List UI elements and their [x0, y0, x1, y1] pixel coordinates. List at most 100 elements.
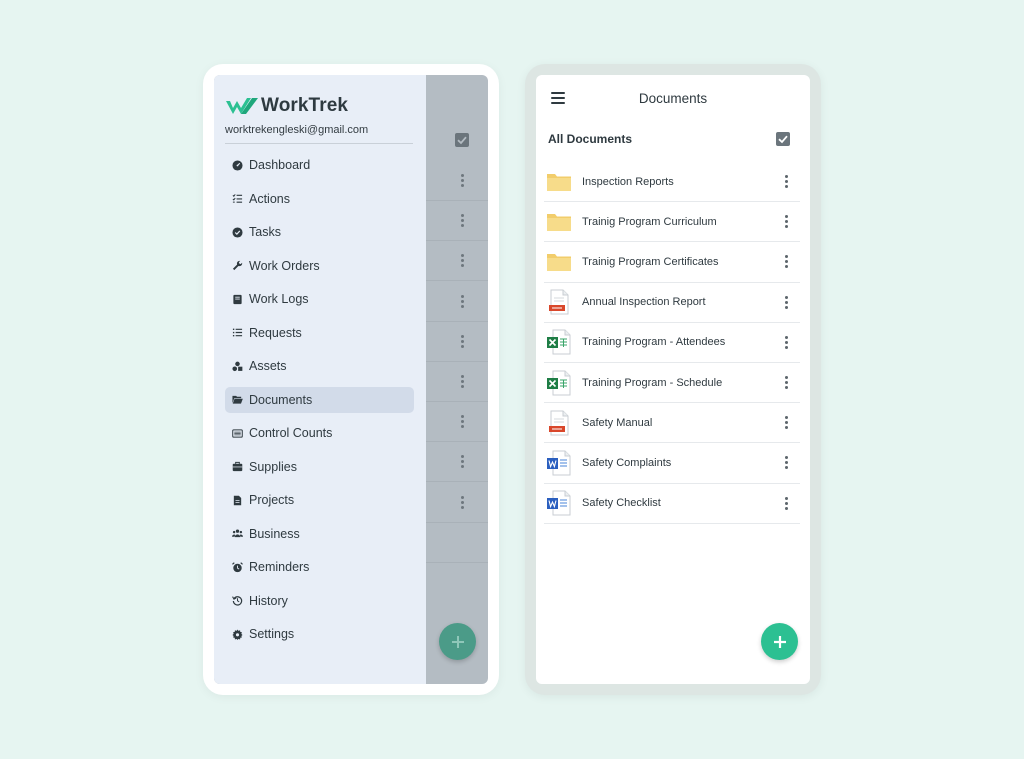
more-options-icon[interactable] — [784, 295, 788, 310]
menu-item-label: Documents — [249, 392, 313, 407]
more-options-icon[interactable] — [784, 255, 788, 269]
more-options-icon[interactable] — [784, 456, 788, 470]
menu-item-requests[interactable]: Requests — [225, 320, 414, 346]
menu-item-label: Tasks — [249, 225, 281, 239]
document-name: Safety Complaints — [582, 456, 672, 469]
drawer-divider — [225, 143, 413, 144]
list-row-dimmed — [426, 201, 488, 242]
menu-item-control-counts[interactable]: Control Counts — [225, 420, 414, 446]
select-all-checkbox[interactable] — [776, 132, 790, 146]
menu-item-tasks[interactable]: Tasks — [225, 219, 414, 245]
document-name: Safety Manual — [582, 416, 653, 429]
menu-item-label: Actions — [249, 191, 290, 206]
more-options-icon-dimmed — [460, 495, 464, 510]
menu-item-label: Reminders — [249, 560, 310, 574]
actions-list-icon — [231, 192, 244, 205]
menu-item-work-orders[interactable]: Work Orders — [225, 253, 414, 279]
pdf-file-icon — [546, 289, 572, 315]
book-icon — [231, 293, 244, 306]
document-row[interactable]: Trainig Program Certificates — [544, 242, 800, 283]
list-row-dimmed — [426, 523, 488, 563]
add-document-button[interactable] — [761, 623, 798, 660]
document-row[interactable]: Safety Complaints — [544, 443, 800, 484]
word-file-icon — [546, 450, 572, 476]
worktrek-logo-icon — [226, 98, 258, 114]
document-name: Annual Inspection Report — [582, 296, 706, 309]
folder-icon — [546, 209, 572, 235]
menu-item-label: Supplies — [249, 459, 297, 474]
menu-item-label: Settings — [249, 627, 295, 641]
menu-item-business[interactable]: Business — [225, 521, 414, 547]
select-all-checkbox-dimmed — [455, 133, 469, 147]
more-options-icon-dimmed — [460, 214, 464, 228]
folder-icon — [546, 249, 572, 275]
plus-icon — [773, 635, 786, 648]
gear-icon — [231, 628, 244, 641]
document-name: Safety Checklist — [582, 497, 661, 510]
phone-frame-documents: Documents All Documents Inspection Repor… — [525, 64, 821, 695]
brand-name: WorkTrek — [261, 95, 349, 116]
briefcase-icon — [231, 460, 244, 473]
more-options-icon-dimmed — [460, 334, 464, 349]
document-name: Inspection Reports — [582, 175, 674, 188]
menu-item-settings[interactable]: Settings — [225, 621, 414, 647]
user-email: worktrekengleski@gmail.com — [225, 124, 369, 136]
menu-item-documents[interactable]: Documents — [225, 386, 414, 413]
document-row[interactable]: Trainig Program Curriculum — [544, 202, 800, 243]
folder-open-icon — [231, 393, 244, 406]
list-row-dimmed — [426, 282, 488, 322]
documents-screen: Documents All Documents Inspection Repor… — [536, 75, 810, 684]
list-icon — [231, 326, 244, 339]
list-row-dimmed — [426, 442, 488, 483]
document-row[interactable]: Safety Manual — [544, 403, 800, 444]
section-title: All Documents — [548, 132, 633, 146]
menu-item-assets[interactable]: Assets — [225, 353, 414, 379]
list-row-dimmed — [426, 241, 488, 282]
menu-item-work-logs[interactable]: Work Logs — [225, 286, 414, 312]
list-row-dimmed — [426, 362, 488, 402]
more-options-icon[interactable] — [784, 215, 788, 229]
menu-item-dashboard[interactable]: Dashboard — [225, 152, 414, 178]
document-row[interactable]: Annual Inspection Report — [544, 283, 800, 323]
document-row[interactable]: Training Program - Schedule — [544, 363, 800, 404]
menu-item-label: Requests — [249, 325, 302, 340]
file-icon — [231, 494, 244, 507]
menu-item-label: Dashboard — [249, 158, 311, 172]
menu-item-label: Work Orders — [249, 258, 320, 273]
plus-icon — [451, 635, 464, 648]
more-options-icon-dimmed — [460, 455, 464, 469]
document-row[interactable]: Inspection Reports — [544, 162, 800, 203]
document-list: Inspection Reports Trainig Program Curric… — [544, 162, 800, 524]
alarm-clock-icon — [231, 561, 244, 574]
navigation-drawer: WorkTrek worktrekengleski@gmail.com Dash… — [214, 75, 426, 684]
brand[interactable]: WorkTrek — [225, 95, 348, 117]
shapes-icon — [231, 360, 244, 373]
check-circle-icon — [231, 226, 244, 239]
checkmark-icon — [778, 135, 788, 144]
add-button-dimmed — [439, 623, 476, 660]
menu-item-label: Business — [249, 526, 300, 541]
document-row[interactable]: Safety Checklist — [544, 484, 800, 524]
menu-item-supplies[interactable]: Supplies — [225, 454, 414, 480]
more-options-icon[interactable] — [784, 496, 788, 511]
more-options-icon-dimmed — [460, 174, 464, 188]
document-row[interactable]: Training Program - Attendees — [544, 323, 800, 363]
excel-file-icon — [546, 370, 572, 396]
menu-item-reminders[interactable]: Reminders — [225, 554, 414, 580]
dashboard-icon — [231, 159, 244, 172]
more-options-icon[interactable] — [784, 335, 788, 350]
more-options-icon[interactable] — [784, 175, 788, 189]
more-options-icon[interactable] — [784, 416, 788, 430]
more-options-icon-dimmed — [460, 375, 464, 389]
menu-item-label: History — [249, 593, 288, 608]
menu-item-projects[interactable]: Projects — [225, 487, 414, 513]
document-name: Trainig Program Certificates — [582, 255, 719, 268]
more-options-icon[interactable] — [784, 375, 788, 390]
menu-item-actions[interactable]: Actions — [225, 186, 414, 212]
phone-frame-drawer: WorkTrek worktrekengleski@gmail.com Dash… — [203, 64, 499, 695]
drawer-screen: WorkTrek worktrekengleski@gmail.com Dash… — [214, 75, 488, 684]
folder-icon — [546, 169, 572, 195]
menu-item-history[interactable]: History — [225, 588, 414, 614]
more-options-icon-dimmed — [460, 294, 464, 309]
list-row-dimmed — [426, 161, 488, 201]
